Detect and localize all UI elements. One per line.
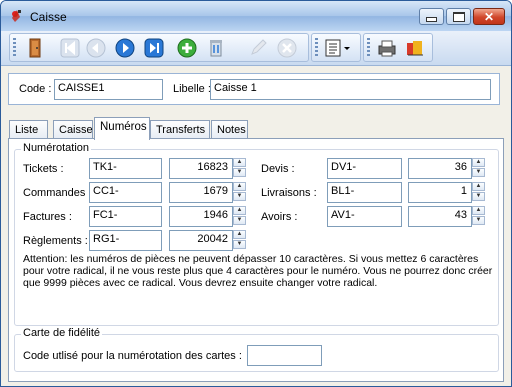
minimize-button[interactable] xyxy=(419,8,444,25)
factures-label: Factures : xyxy=(23,211,72,223)
tab-liste[interactable]: Liste xyxy=(9,120,48,139)
fidelite-legend: Carte de fidélité xyxy=(21,327,103,339)
window: Caisse ✕ Code: CAISSE1 Libelle: Caisse… xyxy=(0,0,512,387)
spin-down-icon[interactable]: ▼ xyxy=(233,216,246,225)
tab-transferts[interactable]: Transferts xyxy=(150,120,210,139)
header-box: Code : CAISSE1 Libelle : Caisse 1 xyxy=(8,73,500,105)
next-record-icon[interactable] xyxy=(114,37,136,59)
edit-icon[interactable] xyxy=(247,37,269,59)
print-toolbar-group xyxy=(363,33,433,62)
libelle-label: Libelle : xyxy=(173,83,211,95)
tickets-spinner[interactable]: ▲ ▼ xyxy=(233,158,247,179)
spin-down-icon[interactable]: ▼ xyxy=(472,192,485,201)
commandes-spinner[interactable]: ▲ ▼ xyxy=(233,182,247,203)
spin-up-icon[interactable]: ▲ xyxy=(233,158,246,167)
app-icon xyxy=(12,10,21,22)
commandes-prefix-field[interactable]: CC1- xyxy=(89,182,162,203)
tab-caisse[interactable]: Caisse xyxy=(53,120,93,139)
spin-down-icon[interactable]: ▼ xyxy=(233,192,246,201)
maximize-icon xyxy=(452,11,465,22)
navigation-toolbar-group xyxy=(9,33,309,62)
commandes-label: Commandes : xyxy=(23,187,92,199)
devis-spinner[interactable]: ▲ ▼ xyxy=(472,158,486,179)
last-record-icon[interactable] xyxy=(143,37,165,59)
maximize-button[interactable] xyxy=(446,8,471,25)
door-exit-icon[interactable] xyxy=(24,37,46,59)
spin-up-icon[interactable]: ▲ xyxy=(233,182,246,191)
previous-record-icon[interactable] xyxy=(85,37,107,59)
delete-icon[interactable] xyxy=(205,37,227,59)
toolbar xyxy=(1,31,511,66)
livraisons-number-field[interactable]: 1 xyxy=(408,182,472,203)
numerotation-legend: Numérotation xyxy=(21,142,92,154)
livraisons-label: Livraisons : xyxy=(261,187,317,199)
spin-up-icon[interactable]: ▲ xyxy=(233,206,246,215)
tickets-label: Tickets : xyxy=(23,163,64,175)
add-icon[interactable] xyxy=(176,37,198,59)
first-record-icon[interactable] xyxy=(59,37,81,59)
devis-label: Devis : xyxy=(261,163,295,175)
view-menu-icon[interactable] xyxy=(324,37,354,59)
devis-number-field[interactable]: 36 xyxy=(408,158,472,179)
spin-down-icon[interactable]: ▼ xyxy=(472,216,485,225)
grip-icon xyxy=(315,38,318,58)
export-icon[interactable] xyxy=(404,37,426,59)
tab-notes[interactable]: Notes xyxy=(211,120,248,139)
factures-prefix-field[interactable]: FC1- xyxy=(89,206,162,227)
spin-up-icon[interactable]: ▲ xyxy=(472,158,485,167)
spin-up-icon[interactable]: ▲ xyxy=(472,206,485,215)
avoirs-prefix-field[interactable]: AV1- xyxy=(327,206,402,227)
reglements-number-field[interactable]: 20042 xyxy=(169,230,233,251)
title-bar: Caisse ✕ xyxy=(1,1,511,31)
spin-down-icon[interactable]: ▼ xyxy=(472,168,485,177)
libelle-field[interactable]: Caisse 1 xyxy=(210,79,491,100)
spin-up-icon[interactable]: ▲ xyxy=(233,230,246,239)
cancel-icon[interactable] xyxy=(276,37,298,59)
tickets-prefix-field[interactable]: TK1- xyxy=(89,158,162,179)
close-icon: ✕ xyxy=(483,9,495,24)
code-field[interactable]: CAISSE1 xyxy=(54,79,163,100)
numerotation-warning-text: Attention: les numéros de pièces ne peuv… xyxy=(23,253,493,289)
reglements-label: Règlements : xyxy=(23,235,88,247)
devis-prefix-field[interactable]: DV1- xyxy=(327,158,402,179)
grip-icon xyxy=(367,38,370,58)
grip-icon xyxy=(13,38,16,58)
fidelite-code-label: Code utlisé pour la numérotation des car… xyxy=(23,350,242,362)
code-label: Code : xyxy=(19,83,52,95)
window-title: Caisse xyxy=(30,10,67,24)
avoirs-label: Avoirs : xyxy=(261,211,298,223)
livraisons-spinner[interactable]: ▲ ▼ xyxy=(472,182,486,203)
factures-number-field[interactable]: 1946 xyxy=(169,206,233,227)
minimize-icon xyxy=(426,17,437,22)
tab-strip: Liste Caisse Numéros Transferts Notes xyxy=(8,117,504,140)
avoirs-spinner[interactable]: ▲ ▼ xyxy=(472,206,486,227)
tab-numeros[interactable]: Numéros xyxy=(94,117,150,140)
fidelite-code-field[interactable] xyxy=(247,345,322,366)
reglements-spinner[interactable]: ▲ ▼ xyxy=(233,230,247,251)
view-toolbar-group xyxy=(311,33,361,62)
spin-down-icon[interactable]: ▼ xyxy=(233,240,246,249)
commandes-number-field[interactable]: 1679 xyxy=(169,182,233,203)
factures-spinner[interactable]: ▲ ▼ xyxy=(233,206,247,227)
reglements-prefix-field[interactable]: RG1- xyxy=(89,230,162,251)
avoirs-number-field[interactable]: 43 xyxy=(408,206,472,227)
tickets-number-field[interactable]: 16823 xyxy=(169,158,233,179)
livraisons-prefix-field[interactable]: BL1- xyxy=(327,182,402,203)
print-icon[interactable] xyxy=(376,37,398,59)
close-button[interactable]: ✕ xyxy=(473,8,505,25)
spin-up-icon[interactable]: ▲ xyxy=(472,182,485,191)
spin-down-icon[interactable]: ▼ xyxy=(233,168,246,177)
